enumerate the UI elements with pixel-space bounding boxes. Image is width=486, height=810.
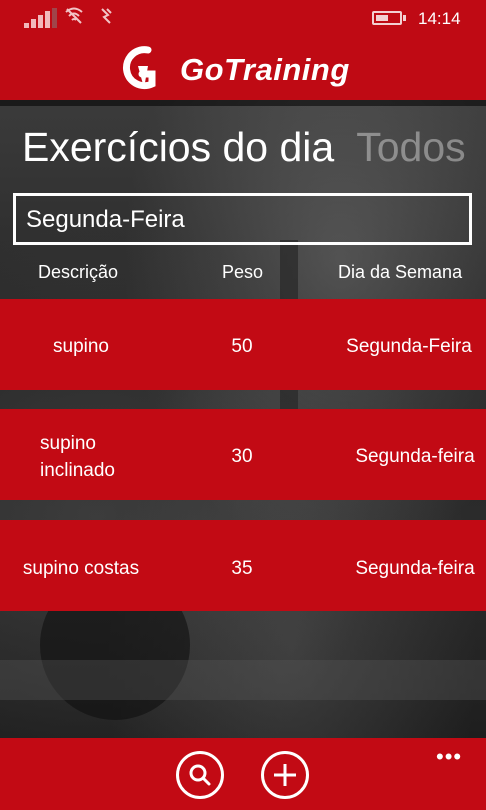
status-bar: 14:14	[0, 0, 486, 36]
exercise-row[interactable]: supino 50 Segunda-Feira	[0, 299, 486, 390]
column-header-descricao: Descrição	[38, 262, 119, 282]
pivot-tab-exercicios-do-dia[interactable]: Exercícios do dia	[22, 124, 334, 170]
exercise-weekday: Segunda-feira	[355, 446, 475, 467]
battery-icon	[372, 11, 406, 25]
exercise-description: supino costas	[22, 558, 140, 579]
more-options-button[interactable]: •••	[436, 744, 462, 770]
app-header: GoTraining	[0, 36, 486, 100]
exercise-description: supino	[53, 336, 109, 357]
exercise-weekday: Segunda-Feira	[346, 336, 472, 357]
clock: 14:14	[418, 9, 461, 28]
header-divider	[0, 100, 486, 106]
signal-strength-icon	[24, 8, 57, 28]
app-title: GoTraining	[180, 52, 350, 87]
exercise-row[interactable]: supino inclinado 30 Segunda-feira	[0, 409, 486, 500]
exercise-row[interactable]: supino costas 35 Segunda-feira	[0, 520, 486, 611]
exercise-description: supino inclinado	[40, 433, 115, 481]
search-icon	[189, 764, 211, 786]
background-floor	[0, 660, 486, 700]
gotraining-logo-icon	[123, 46, 156, 90]
data-connection-icon	[96, 6, 116, 31]
wifi-icon	[64, 6, 84, 31]
add-icon	[274, 764, 296, 786]
exercise-weight: 50	[231, 336, 253, 357]
exercise-weight: 35	[231, 558, 253, 579]
column-header-peso: Peso	[222, 262, 264, 282]
exercise-weekday: Segunda-feira	[355, 558, 475, 579]
battery-level	[376, 15, 388, 21]
app-bar: •••	[0, 738, 486, 810]
pivot-tab-todos[interactable]: Todos	[356, 124, 465, 170]
day-selector[interactable]: Segunda-Feira	[13, 193, 472, 245]
pivot-header: Exercícios do dia Todos	[22, 124, 466, 171]
exercise-weight: 30	[231, 446, 253, 467]
column-header-dia-da-semana: Dia da Semana	[338, 262, 463, 282]
add-button[interactable]	[261, 751, 309, 799]
search-button[interactable]	[176, 751, 224, 799]
